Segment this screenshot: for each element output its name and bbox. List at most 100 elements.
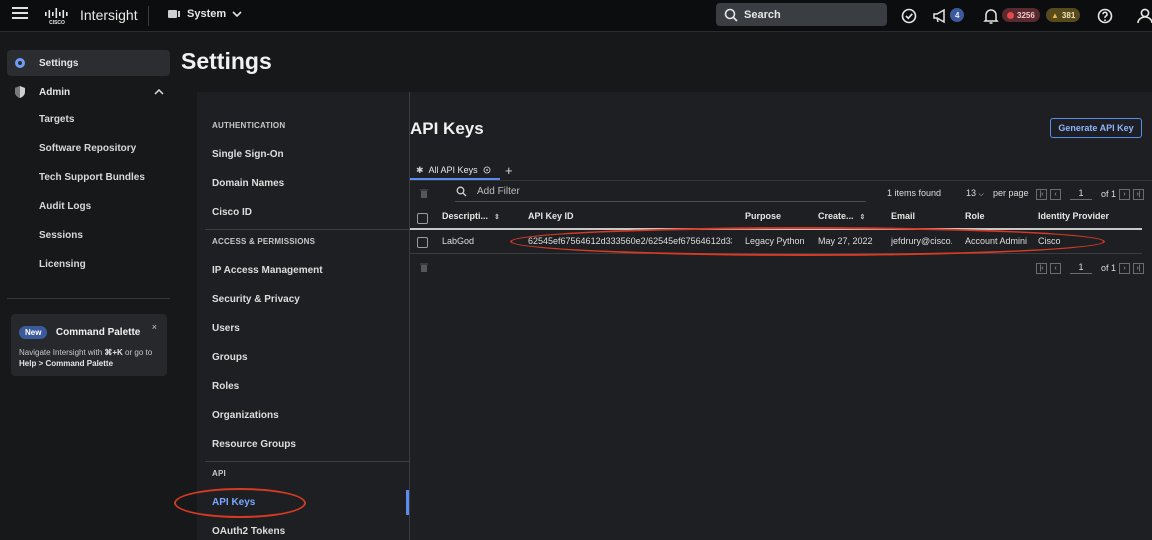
sort-icon[interactable]: ⇕ [860, 214, 866, 221]
warning-alarms-badge[interactable]: ▲ 381 [1046, 8, 1081, 22]
column-label: Descripti... [442, 211, 489, 221]
announcements-badge[interactable]: 4 [950, 8, 965, 22]
section-authentication: AUTHENTICATION [212, 121, 286, 130]
shield-icon [15, 86, 25, 98]
nav-roles[interactable]: Roles [212, 381, 239, 392]
items-found-count: 1 items found [887, 188, 942, 198]
settings-nav: AUTHENTICATION Single Sign-On Domain Nam… [197, 92, 410, 540]
chevron-down-icon: ⌵ [978, 191, 984, 198]
trash-icon[interactable] [419, 188, 429, 199]
column-header-created[interactable]: Create... ⇕ [818, 211, 865, 221]
last-page-icon[interactable]: ›| [1133, 262, 1145, 274]
nav-users[interactable]: Users [212, 323, 240, 334]
nav-divider [205, 229, 409, 230]
sidebar-item-settings[interactable]: Settings [7, 50, 170, 76]
scope-selector[interactable]: System [167, 8, 242, 20]
nav-security-privacy[interactable]: Security & Privacy [212, 294, 300, 305]
api-keys-title: API Keys [410, 119, 484, 138]
active-nav-indicator [406, 490, 409, 515]
sidebar-item-tech-support-bundles[interactable]: Tech Support Bundles [39, 172, 145, 183]
sidebar-item-audit-logs[interactable]: Audit Logs [39, 201, 91, 212]
api-keys-content: API Keys Generate API Key ✱ All API Keys… [410, 92, 1152, 540]
section-access-permissions: ACCESS & PERMISSIONS [212, 237, 316, 246]
per-page-label: per page [993, 188, 1029, 198]
sidebar-item-licensing[interactable]: Licensing [39, 259, 86, 270]
close-icon[interactable]: × [152, 322, 157, 332]
search-icon [724, 8, 738, 22]
page-total: of 1 [1101, 263, 1117, 273]
nav-resource-groups[interactable]: Resource Groups [212, 439, 296, 450]
column-header-api-key-id[interactable]: API Key ID [528, 211, 574, 221]
first-page-icon[interactable]: |‹ [1036, 262, 1047, 274]
warning-alarms-count: 381 [1061, 10, 1076, 20]
app-brand: Intersight [80, 7, 138, 23]
critical-alarm-icon [1007, 11, 1014, 19]
bell-icon[interactable] [981, 6, 1001, 26]
svg-text:CISCO: CISCO [49, 20, 65, 25]
page-number-input[interactable]: 1 [1070, 262, 1092, 274]
star-icon: ✱ [416, 164, 424, 175]
new-badge: New [19, 326, 48, 339]
section-api: API [212, 469, 226, 478]
prev-page-icon[interactable]: ‹ [1050, 188, 1061, 200]
left-sidebar: Settings Admin Targets Software Reposito… [0, 33, 176, 540]
user-profile-icon[interactable] [1135, 6, 1152, 26]
check-circle-icon[interactable] [899, 6, 919, 26]
next-page-icon[interactable]: › [1119, 262, 1131, 274]
prev-page-icon[interactable]: ‹ [1050, 262, 1061, 274]
row-checkbox[interactable] [417, 237, 428, 248]
pagination-top: |‹ ‹ 1 of 1 › ›| [1036, 188, 1145, 200]
scope-label: System [187, 8, 227, 20]
warning-alarm-icon: ▲ [1051, 10, 1059, 20]
chevron-down-icon [232, 11, 242, 18]
page-title: Settings [181, 48, 272, 74]
nav-groups[interactable]: Groups [212, 352, 248, 363]
nav-ip-access-management[interactable]: IP Access Management [212, 265, 323, 276]
sidebar-item-sessions[interactable]: Sessions [39, 230, 83, 241]
annotation-ellipse [510, 227, 1105, 256]
page-total: of 1 [1101, 189, 1117, 199]
nav-domain-names[interactable]: Domain Names [212, 178, 284, 189]
add-tab-icon[interactable]: + [505, 163, 513, 178]
last-page-icon[interactable]: ›| [1133, 188, 1145, 200]
nav-single-sign-on[interactable]: Single Sign-On [212, 149, 284, 160]
per-page-select[interactable]: 13 ⌵ [966, 188, 984, 199]
tab-all-api-keys[interactable]: ✱ All API Keys [410, 162, 500, 180]
tab-divider [410, 180, 1152, 181]
column-header-email[interactable]: Email [891, 211, 915, 221]
tab-label: All API Keys [428, 165, 478, 175]
hamburger-menu-icon[interactable] [12, 7, 28, 21]
generate-api-key-button[interactable]: Generate API Key [1050, 118, 1142, 138]
cisco-logo-icon: CISCO [45, 8, 68, 25]
settings-panel: AUTHENTICATION Single Sign-On Domain Nam… [197, 92, 1152, 540]
command-palette-title: Command Palette [55, 327, 141, 338]
filter-underline [455, 201, 866, 202]
sidebar-item-software-repository[interactable]: Software Repository [39, 143, 136, 154]
column-header-description[interactable]: Descripti... ⇕ [442, 211, 500, 221]
page-number-input[interactable]: 1 [1070, 188, 1092, 200]
search-bar[interactable]: Search [716, 3, 887, 26]
select-all-checkbox[interactable] [417, 213, 428, 224]
trash-icon[interactable] [419, 262, 429, 273]
column-header-role[interactable]: Role [965, 211, 985, 221]
top-bar: CISCO Intersight System Search 4 3256 ▲ … [0, 0, 1152, 32]
next-page-icon[interactable]: › [1119, 188, 1131, 200]
sidebar-item-admin[interactable]: Admin [7, 79, 170, 105]
column-header-purpose[interactable]: Purpose [745, 211, 781, 221]
megaphone-icon[interactable] [931, 6, 951, 26]
sidebar-divider [7, 298, 170, 299]
nav-cisco-id[interactable]: Cisco ID [212, 207, 252, 218]
sidebar-item-targets[interactable]: Targets [39, 114, 74, 125]
critical-alarms-badge[interactable]: 3256 [1002, 8, 1040, 22]
sort-icon[interactable]: ⇕ [494, 214, 500, 221]
column-header-identity-provider[interactable]: Identity Provider [1038, 211, 1109, 221]
tab-info-icon [483, 166, 491, 174]
palette-text: or go to [122, 348, 153, 357]
help-icon[interactable] [1095, 6, 1115, 26]
chevron-up-icon[interactable] [154, 88, 164, 96]
nav-organizations[interactable]: Organizations [212, 410, 279, 421]
sidebar-item-label: Settings [39, 57, 79, 69]
nav-oauth2-tokens[interactable]: OAuth2 Tokens [212, 526, 285, 537]
first-page-icon[interactable]: |‹ [1036, 188, 1047, 200]
filter-bar[interactable]: Add Filter [456, 186, 520, 197]
